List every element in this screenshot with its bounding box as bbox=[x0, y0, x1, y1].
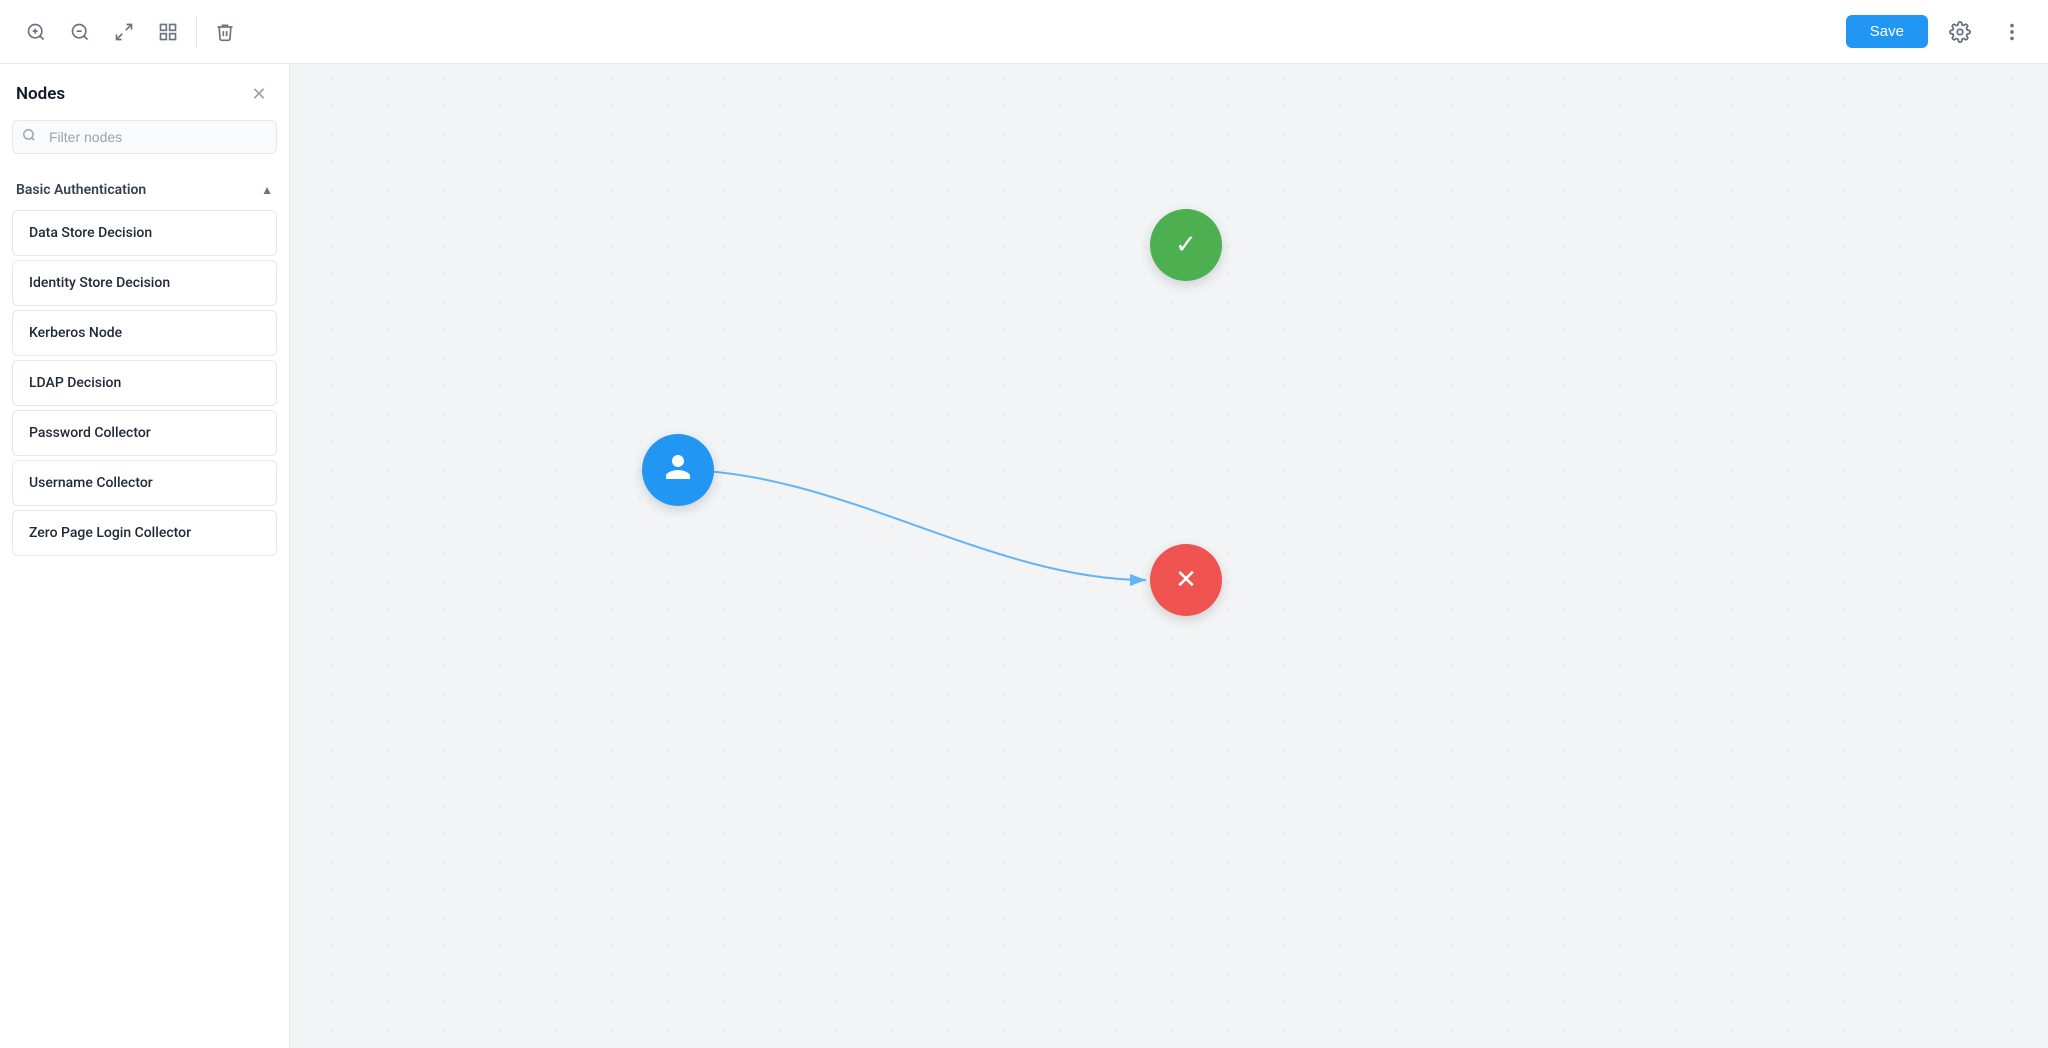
node-item-identity-store-decision[interactable]: Identity Store Decision bbox=[12, 260, 277, 306]
x-icon: ✕ bbox=[1175, 565, 1197, 595]
zoom-out-icon bbox=[70, 22, 90, 42]
sidebar-section-label: Basic Authentication bbox=[16, 182, 146, 198]
more-icon bbox=[2001, 21, 2023, 43]
node-item-ldap-decision[interactable]: LDAP Decision bbox=[12, 360, 277, 406]
delete-button[interactable] bbox=[205, 12, 245, 52]
sidebar-header: Nodes ✕ bbox=[0, 64, 289, 120]
sidebar-close-button[interactable]: ✕ bbox=[245, 80, 273, 108]
sidebar-search bbox=[12, 120, 277, 154]
grid-icon bbox=[158, 22, 178, 42]
node-item-kerberos-node[interactable]: Kerberos Node bbox=[12, 310, 277, 356]
node-item-data-store-decision[interactable]: Data Store Decision bbox=[12, 210, 277, 256]
save-button[interactable]: Save bbox=[1846, 15, 1928, 48]
grid-button[interactable] bbox=[148, 12, 188, 52]
search-icon bbox=[22, 128, 36, 146]
node-item-zero-page-login-collector[interactable]: Zero Page Login Collector bbox=[12, 510, 277, 556]
main: Nodes ✕ Basic Authentication ▲ Data Stor… bbox=[0, 64, 2048, 1048]
failure-node[interactable]: ✕ bbox=[1150, 544, 1222, 616]
node-item-password-collector[interactable]: Password Collector bbox=[12, 410, 277, 456]
connection-blue-red bbox=[678, 470, 1146, 580]
fit-button[interactable] bbox=[104, 12, 144, 52]
fit-icon bbox=[114, 22, 134, 42]
zoom-in-icon bbox=[26, 22, 46, 42]
sidebar-section-basic-auth: Basic Authentication ▲ Data Store Decisi… bbox=[0, 166, 289, 568]
canvas[interactable]: ✓ ✕ bbox=[290, 64, 2048, 1048]
zoom-in-button[interactable] bbox=[16, 12, 56, 52]
toolbar-left bbox=[16, 12, 1846, 52]
sidebar-section-header[interactable]: Basic Authentication ▲ bbox=[0, 174, 289, 206]
node-item-username-collector[interactable]: Username Collector bbox=[12, 460, 277, 506]
check-icon: ✓ bbox=[1175, 230, 1197, 260]
sidebar-title: Nodes bbox=[16, 84, 65, 104]
toolbar-right: Save bbox=[1846, 12, 2032, 52]
chevron-up-icon: ▲ bbox=[261, 183, 273, 197]
zoom-out-button[interactable] bbox=[60, 12, 100, 52]
toolbar-divider bbox=[196, 16, 197, 48]
filter-nodes-input[interactable] bbox=[12, 120, 277, 154]
sidebar: Nodes ✕ Basic Authentication ▲ Data Stor… bbox=[0, 64, 290, 1048]
settings-icon bbox=[1949, 21, 1971, 43]
user-icon bbox=[663, 452, 693, 489]
toolbar: Save bbox=[0, 0, 2048, 64]
success-node[interactable]: ✓ bbox=[1150, 209, 1222, 281]
start-node[interactable] bbox=[642, 434, 714, 506]
more-button[interactable] bbox=[1992, 12, 2032, 52]
delete-icon bbox=[215, 22, 235, 42]
settings-button[interactable] bbox=[1940, 12, 1980, 52]
